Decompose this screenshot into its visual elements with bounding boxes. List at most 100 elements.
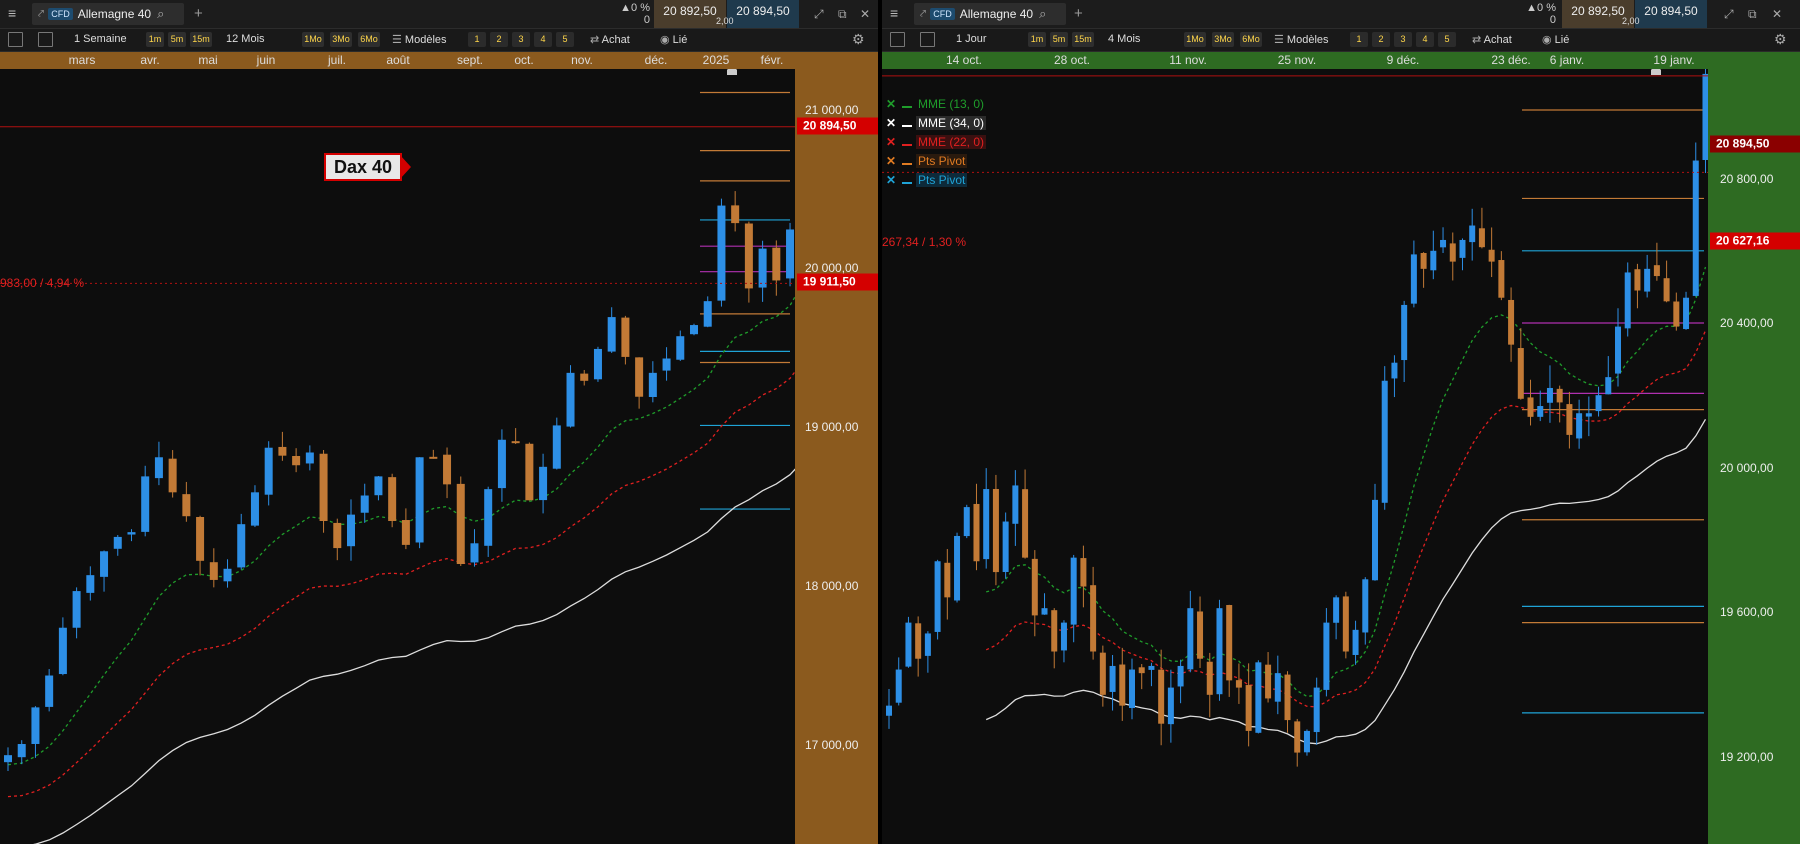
preset-3[interactable]: 3: [1394, 32, 1412, 47]
remove-indicator-icon[interactable]: ✕: [886, 97, 898, 111]
period-select[interactable]: 1 Jour: [956, 33, 987, 45]
search-icon[interactable]: ⌕: [1039, 6, 1046, 22]
time-axis-label: 19 janv.: [1653, 53, 1695, 67]
legend-item[interactable]: ✕ Pts Pivot: [886, 151, 986, 170]
candle-body: [895, 669, 902, 703]
time-axis-label: 25 nov.: [1277, 53, 1317, 67]
layout-icon[interactable]: [38, 32, 53, 47]
home-marker-icon[interactable]: [1651, 69, 1661, 75]
candlestick: [497, 429, 506, 502]
close-icon[interactable]: ✕: [860, 7, 870, 21]
list-icon[interactable]: [8, 32, 23, 47]
candle-body: [1294, 721, 1301, 753]
legend-swatch: [902, 124, 912, 127]
preset-5[interactable]: 5: [1438, 32, 1456, 47]
remove-indicator-icon[interactable]: ✕: [886, 135, 898, 149]
tf-15m[interactable]: 15m: [1072, 32, 1094, 47]
preset-4[interactable]: 4: [534, 32, 552, 47]
ema-34-line: [33, 468, 795, 844]
legend-item[interactable]: ✕ MME (34, 0): [886, 113, 987, 132]
right-price-axis[interactable]: 20 800,00 20 400,00 20 000,00 19 600,00 19 2…: [1708, 69, 1800, 844]
candlestick: [17, 740, 26, 765]
close-icon[interactable]: ✕: [1772, 7, 1782, 21]
home-marker-icon[interactable]: [727, 69, 737, 75]
range-3mo[interactable]: 3Mo: [1212, 32, 1234, 47]
range-6mo[interactable]: 6Mo: [358, 32, 380, 47]
settings-icon[interactable]: ⚙: [852, 31, 865, 48]
preset-5[interactable]: 5: [556, 32, 574, 47]
expand-icon[interactable]: ⤢: [814, 7, 824, 22]
add-tab-icon[interactable]: +: [194, 5, 203, 22]
buy-toggle[interactable]: ⇄ Achat: [590, 33, 630, 46]
tf-1m[interactable]: 1m: [1028, 32, 1046, 47]
candle-body: [58, 627, 67, 675]
candle-body: [429, 456, 438, 459]
popout-icon[interactable]: ⧉: [1748, 7, 1757, 22]
expand-icon[interactable]: ⤢: [1724, 7, 1734, 22]
layout-icon[interactable]: [920, 32, 935, 47]
left-instrument-tab[interactable]: ⤤ CFD Allemagne 40 ⌕: [32, 3, 184, 25]
preset-2[interactable]: 2: [490, 32, 508, 47]
preset-1[interactable]: 1: [468, 32, 486, 47]
candlestick: [758, 240, 767, 302]
chart-icon: ⤤: [38, 7, 45, 20]
tf-5m[interactable]: 5m: [1050, 32, 1068, 47]
candlestick: [182, 481, 191, 522]
range-1mo[interactable]: 1Mo: [1184, 32, 1206, 47]
legend-item[interactable]: ✕ MME (22, 0): [886, 132, 987, 151]
ema-22-line: [7, 370, 795, 798]
link-toggle[interactable]: ◉ Lié: [660, 33, 687, 46]
right-instrument-tab[interactable]: ⤤ CFD Allemagne 40 ⌕: [914, 3, 1066, 25]
menu-icon[interactable]: ≡: [8, 6, 22, 20]
range-6mo[interactable]: 6Mo: [1240, 32, 1262, 47]
link-label: Lié: [672, 34, 688, 46]
search-icon[interactable]: ⌕: [157, 6, 164, 22]
buy-price-button[interactable]: 20 894,50: [727, 0, 799, 28]
remove-indicator-icon[interactable]: ✕: [886, 154, 898, 168]
buy-price-button[interactable]: 20 894,50: [1635, 0, 1707, 28]
remove-indicator-icon[interactable]: ✕: [886, 116, 898, 130]
period-select[interactable]: 1 Semaine: [74, 33, 127, 45]
annotation-label[interactable]: Dax 40: [324, 153, 403, 181]
left-plot-area[interactable]: [0, 69, 795, 844]
range-select[interactable]: 12 Mois: [226, 33, 265, 45]
settings-icon[interactable]: ⚙: [1774, 31, 1787, 48]
popout-icon[interactable]: ⧉: [838, 7, 847, 22]
legend-item[interactable]: ✕ MME (13, 0): [886, 94, 986, 113]
tf-15m[interactable]: 15m: [190, 32, 212, 47]
candle-body: [1012, 485, 1019, 524]
candlestick: [443, 447, 452, 499]
time-axis-label: 9 déc.: [1386, 53, 1420, 67]
add-tab-icon[interactable]: +: [1074, 5, 1083, 22]
candle-body: [470, 543, 479, 563]
list-icon[interactable]: [890, 32, 905, 47]
right-plot-area[interactable]: [882, 69, 1708, 844]
preset-1[interactable]: 1: [1350, 32, 1368, 47]
range-select[interactable]: 4 Mois: [1108, 33, 1140, 45]
candle-body: [593, 348, 602, 380]
left-price-axis[interactable]: 21 000,00 20 000,00 19 000,00 18 000,00 17 0…: [795, 69, 878, 844]
tf-5m[interactable]: 5m: [168, 32, 186, 47]
buy-toggle[interactable]: ⇄ Achat: [1472, 33, 1512, 46]
models-button[interactable]: ☰ Modèles: [1274, 33, 1329, 46]
preset-4[interactable]: 4: [1416, 32, 1434, 47]
candle-body: [744, 223, 753, 289]
preset-2[interactable]: 2: [1372, 32, 1390, 47]
tf-1m[interactable]: 1m: [146, 32, 164, 47]
link-toggle[interactable]: ◉ Lié: [1542, 33, 1569, 46]
legend-label: MME (13, 0): [918, 96, 985, 111]
legend-swatch: [902, 162, 912, 165]
candlestick: [1119, 647, 1126, 721]
menu-icon[interactable]: ≡: [890, 6, 904, 20]
range-1mo[interactable]: 1Mo: [302, 32, 324, 47]
models-button[interactable]: ☰ Modèles: [392, 33, 447, 46]
legend-item[interactable]: ✕ Pts Pivot: [886, 170, 986, 189]
candle-body: [1498, 260, 1505, 298]
candle-body: [497, 439, 506, 489]
range-3mo[interactable]: 3Mo: [330, 32, 352, 47]
preset-3[interactable]: 3: [512, 32, 530, 47]
right-time-axis: 14 oct. 28 oct. 11 nov. 25 nov. 9 déc. 23 déc…: [882, 52, 1800, 69]
candlestick: [992, 474, 999, 586]
candle-body: [1197, 611, 1204, 659]
remove-indicator-icon[interactable]: ✕: [886, 173, 898, 187]
